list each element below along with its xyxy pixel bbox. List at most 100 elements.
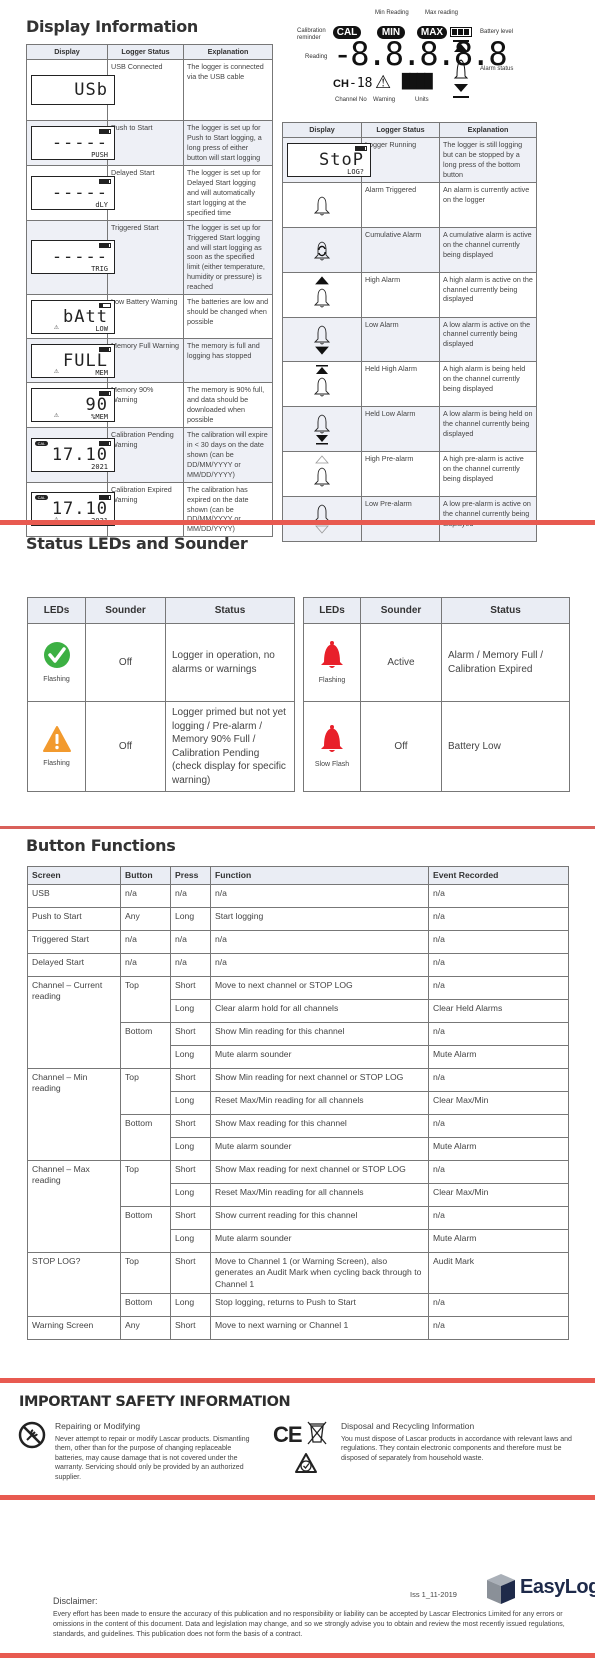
button-cell: Any — [120, 1315, 171, 1340]
event-cell: n/a — [428, 930, 569, 955]
col-sounder: Sounder — [360, 597, 442, 624]
event-cell: n/a — [428, 1160, 569, 1185]
display-cell — [282, 226, 362, 273]
disclaimer-heading: Disclaimer: — [53, 1596, 98, 1606]
display-table-right: Display Logger Status Explanation StoP L… — [282, 122, 537, 543]
press-cell: Short — [170, 1252, 211, 1294]
lcd-main-text: ----- — [51, 132, 108, 153]
screen-cell: Warning Screen — [27, 1315, 121, 1340]
green-check-icon — [43, 641, 70, 668]
battery-icon — [99, 128, 111, 134]
function-cell: Show current reading for this channel — [210, 1206, 429, 1231]
explanation-cell: The calibration will expire in < 30 days… — [183, 426, 273, 483]
function-cell: Show Max reading for next channel or STO… — [210, 1160, 429, 1185]
lcd-sub-text: 2021 — [91, 462, 108, 471]
lcd-display: CAL 17.10 2021 — [31, 437, 115, 472]
cal-icon: CAL — [35, 495, 48, 501]
event-cell: n/a — [428, 953, 569, 978]
press-cell: Long — [170, 1292, 211, 1317]
table-row: Triggered Start n/a n/a n/a n/a — [27, 930, 569, 955]
press-cell: Long — [170, 1137, 211, 1162]
table-row: Push to Start Any Long Start logging n/a — [27, 907, 569, 932]
display-cell — [282, 361, 362, 408]
explanation-cell: A low alarm is active on the channel cur… — [439, 316, 537, 363]
display-row: StoP LOG? Logger Running The logger is s… — [282, 136, 537, 183]
bell-low-icon — [313, 325, 331, 355]
battery-icon — [99, 391, 111, 397]
logger-status-cell: Held Low Alarm — [361, 406, 440, 453]
logger-status-cell: Memory 90% Warning — [107, 382, 184, 428]
col-display: Display — [26, 44, 108, 60]
function-cell: Mute alarm sounder — [210, 1045, 429, 1070]
display-cell: USb — [26, 58, 115, 121]
col-event-recorded: Event Recorded — [428, 865, 569, 886]
lcd-main-text: 90 — [85, 395, 108, 416]
label-channel-no: Channel No — [335, 97, 367, 103]
logger-status-cell: Held High Alarm — [361, 361, 440, 408]
channel-prefix: CH — [333, 78, 349, 90]
button-cell: Bottom — [120, 1022, 171, 1070]
col-explanation: Explanation — [183, 44, 273, 60]
col-button: Button — [120, 865, 171, 886]
display-row: Alarm Triggered An alarm is currently ac… — [282, 181, 537, 228]
display-row: ----- TRIG Triggered Start The logger is… — [26, 219, 273, 296]
display-row: USb USB Connected The logger is connecte… — [26, 58, 273, 121]
led-table-right: LEDs Sounder Status Flashing Active Alar… — [303, 597, 570, 792]
function-cell: n/a — [210, 930, 429, 955]
col-explanation: Explanation — [439, 122, 537, 138]
repair-heading: Repairing or Modifying — [55, 1421, 141, 1431]
button-cell: Bottom — [120, 1206, 171, 1254]
function-cell: Move to next warning or Channel 1 — [210, 1315, 429, 1340]
button-cell: n/a — [120, 884, 171, 909]
explanation-cell: The calibration has expired on the date … — [183, 481, 273, 538]
function-cell: Mute alarm sounder — [210, 1137, 429, 1162]
red-bell-icon — [321, 640, 343, 668]
button-cell: Top — [120, 976, 171, 1024]
display-row: Low Alarm A low alarm is active on the c… — [282, 316, 537, 363]
safety-title: IMPORTANT SAFETY INFORMATION — [19, 1394, 291, 1410]
button-cell: n/a — [120, 953, 171, 978]
function-cell: Move to Channel 1 (or Warning Screen), a… — [210, 1252, 429, 1294]
press-cell: Long — [170, 907, 211, 932]
event-cell: n/a — [428, 907, 569, 932]
led-row: Flashing Off Logger in operation, no ala… — [27, 623, 295, 702]
press-cell: Short — [170, 1160, 211, 1185]
col-display: Display — [282, 122, 362, 138]
issue-number: Iss 1_11-2019 — [410, 1590, 457, 1599]
label-min-reading: Min Reading — [375, 10, 409, 16]
event-cell: n/a — [428, 1206, 569, 1231]
led-caption: Slow Flash — [314, 761, 350, 769]
led-cell: Flashing — [27, 701, 86, 792]
explanation-cell: An alarm is currently active on the logg… — [439, 181, 537, 228]
lcd-main-text: ----- — [51, 247, 108, 268]
function-cell: Reset Max/Min reading for all channels — [210, 1091, 429, 1116]
battery-icon — [355, 145, 367, 151]
sounder-cell: Off — [85, 623, 166, 702]
button-functions-title: Button Functions — [26, 836, 176, 855]
function-cell: Stop logging, returns to Push to Start — [210, 1292, 429, 1317]
bell-icon — [313, 196, 331, 216]
led-cell: Flashing — [303, 623, 361, 702]
sounder-cell: Off — [85, 701, 166, 792]
sounder-cell: Active — [360, 623, 442, 702]
logger-status-cell: Low Alarm — [361, 316, 440, 363]
display-table-left: Display Logger Status Explanation USb US… — [26, 44, 273, 538]
press-cell: Short — [170, 1315, 211, 1340]
press-cell: Short — [170, 1022, 211, 1047]
table-row: Channel – Current reading Top Short Move t… — [27, 976, 569, 1070]
bell-cumulative-icon — [313, 241, 331, 261]
col-sounder: Sounder — [85, 597, 166, 624]
weee-bin-icon — [307, 1421, 327, 1445]
lcd-display: bAtt LOW ⚠ — [31, 299, 115, 334]
lcd-main-text: StoP — [319, 149, 364, 170]
function-cell: n/a — [210, 884, 429, 909]
screen-cell: STOP LOG? — [27, 1252, 121, 1317]
event-cell: n/a — [428, 976, 569, 1001]
explanation-cell: The memory is 90% full, and data should … — [183, 382, 273, 428]
display-row: Cumulative Alarm A cumulative alarm is a… — [282, 226, 537, 273]
status-cell: Logger primed but not yet logging / Pre-… — [165, 701, 295, 792]
display-information-title: Display Information — [26, 17, 199, 36]
easylog-brand: EasyLog — [520, 1576, 595, 1598]
press-cell: Long — [170, 999, 211, 1024]
lcd-main-text: ----- — [51, 182, 108, 203]
